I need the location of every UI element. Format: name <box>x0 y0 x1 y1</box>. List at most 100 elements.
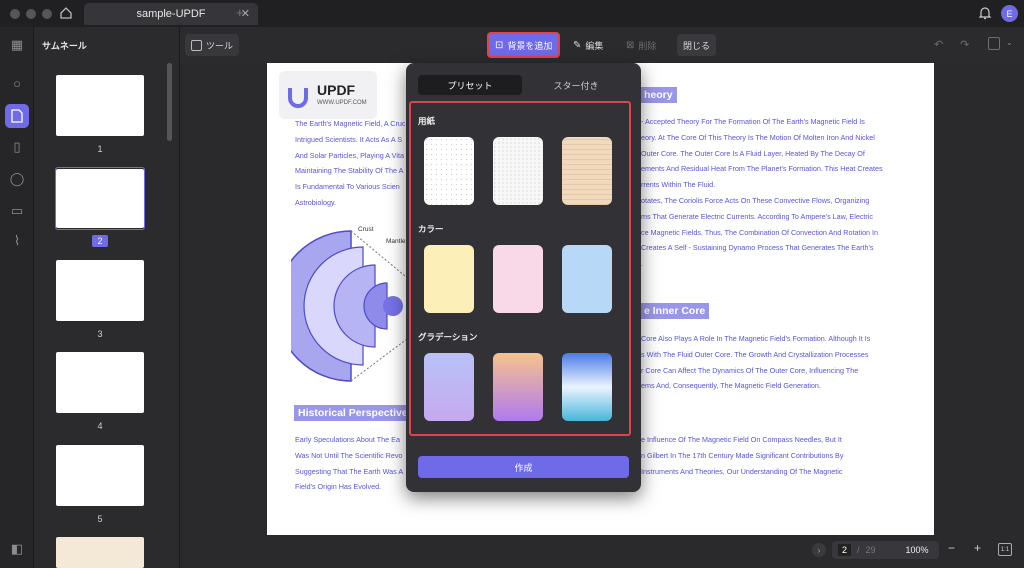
historical-perspectives-heading: Historical Perspectives <box>294 405 418 421</box>
notification-bell-icon[interactable] <box>978 5 992 21</box>
thumbnail-title: サムネール <box>42 41 87 51</box>
text-line: . <box>641 259 643 269</box>
home-icon[interactable] <box>58 5 74 21</box>
text-line: Was Not Until The Scientific Revo <box>295 450 403 460</box>
updf-logo: UPDF WWW.UPDF.COM <box>279 71 377 119</box>
close-label: 閉じる <box>683 40 711 51</box>
search-icon[interactable]: ○ <box>8 74 26 92</box>
thumbnail-page-6[interactable] <box>56 537 144 568</box>
section-gradient-label: グラデーション <box>418 332 478 342</box>
edit-button[interactable]: ✎ 編集 <box>567 34 609 56</box>
comment-icon[interactable]: ◯ <box>8 170 26 188</box>
diagram-label-mantle: Mantle <box>386 238 406 245</box>
thumbnail-panel: サムネール 1 2 3 4 5 <box>34 27 180 568</box>
swatch-color-blue[interactable] <box>562 245 612 313</box>
historical-paragraph-right: e Influence Of The Magnetic Field On Com… <box>641 432 901 479</box>
add-background-button[interactable]: ⊡ 背景を追加 <box>487 32 561 58</box>
text-line: Creates A Self - Sustaining Dynamo Proce… <box>641 243 874 253</box>
logo-text: UPDF <box>317 82 356 98</box>
text-line: ems And, Consequently, The Magnetic Fiel… <box>641 381 821 391</box>
swatch-gradient-sky[interactable] <box>562 353 612 421</box>
tab-preset[interactable]: プリセット <box>418 75 522 95</box>
delete-button[interactable]: ⊠ 削除 <box>620 34 662 56</box>
grid-icon[interactable]: ▦ <box>8 36 26 54</box>
fit-actual-size-icon[interactable]: 1:1 <box>998 543 1012 556</box>
text-line: And Solar Particles, Playing A Vita <box>295 150 404 160</box>
text-line: Outer Core. The Outer Core Is A Fluid La… <box>641 148 865 158</box>
current-page-input[interactable]: 2 <box>838 544 852 556</box>
thumbnail-page-1[interactable] <box>56 75 144 136</box>
zoom-window-icon[interactable] <box>42 9 52 19</box>
chevron-right-icon[interactable]: › <box>812 543 826 557</box>
swatch-paper-beige[interactable] <box>562 137 612 205</box>
section-color-label: カラー <box>418 224 444 234</box>
save-icon[interactable] <box>988 37 1000 50</box>
attachment-doc-icon[interactable]: ▭ <box>8 202 26 220</box>
delete-label: 削除 <box>638 40 657 51</box>
swatch-paper-dots[interactable] <box>424 137 474 205</box>
page-navigation-bar: › 2 / 29 100% − + 1:1 <box>808 538 1018 562</box>
page-thumbnail-icon[interactable] <box>5 104 29 128</box>
thumbnail-page-4[interactable] <box>56 352 144 413</box>
zoom-in-icon[interactable]: + <box>974 541 981 555</box>
chevron-down-icon[interactable]: ⌄ <box>1006 38 1013 47</box>
total-pages: 29 <box>865 545 876 555</box>
close-button[interactable]: 閉じる <box>677 34 717 56</box>
text-line: eory. At The Core Of This Theory Is The … <box>641 132 875 142</box>
redo-icon[interactable]: ↷ <box>960 38 969 51</box>
swatch-paper-grid[interactable] <box>493 137 543 205</box>
swatch-color-pink[interactable] <box>493 245 543 313</box>
delete-icon: ⊠ <box>626 39 635 51</box>
earth-layers-diagram <box>291 230 411 382</box>
thumbnail-page-number: 4 <box>97 421 103 431</box>
tab-starred[interactable]: スター付き <box>524 75 628 95</box>
text-line: Early Speculations About The Ea <box>295 435 400 444</box>
swatch-gradient-sunset[interactable] <box>493 353 543 421</box>
left-tool-rail: ▦ ○ ▯ ◯ ▭ ⌇ ◧ <box>0 27 34 568</box>
text-line: Maintaining The Stability Of The A <box>295 166 404 176</box>
text-line: ce Magnetic Fields. Thus, The Combinatio… <box>641 227 879 237</box>
undo-icon[interactable]: ↶ <box>934 38 943 51</box>
zoom-out-icon[interactable]: − <box>948 541 955 555</box>
create-button[interactable]: 作成 <box>418 456 629 478</box>
add-background-popup: プリセット スター付き 用紙 カラー グラデーション 作成 <box>406 63 641 492</box>
thumbnail-page-5[interactable] <box>56 445 144 506</box>
thumbnail-scrollbar[interactable] <box>167 63 172 141</box>
paperclip-icon[interactable]: ⌇ <box>8 232 26 250</box>
thumbnail-page-number: 3 <box>97 329 103 339</box>
layers-icon[interactable]: ◧ <box>8 540 26 558</box>
updf-logo-icon <box>288 88 308 108</box>
edit-icon: ✎ <box>573 39 582 51</box>
thumbnail-page-number-active: 2 <box>92 235 108 247</box>
inner-core-paragraph: Core Also Plays A Role In The Magnetic F… <box>641 331 901 394</box>
thumbnail-page-3[interactable] <box>56 260 144 321</box>
text-line: - Accepted Theory For The Formation Of T… <box>641 117 865 126</box>
thumbnail-page-number: 1 <box>97 144 103 154</box>
swatch-gradient-lavender[interactable] <box>424 353 474 421</box>
tools-label: ツール <box>206 40 234 51</box>
minimize-window-icon[interactable] <box>26 9 36 19</box>
text-line: e Influence Of The Magnetic Field On Com… <box>641 435 842 444</box>
toolbox-icon <box>191 39 202 51</box>
new-tab-icon[interactable]: + <box>236 5 244 20</box>
bookmark-icon[interactable]: ▯ <box>8 138 26 156</box>
thumbnail-page-2[interactable] <box>56 169 144 228</box>
text-line: ms That Generate Electric Currents. Acco… <box>641 211 874 221</box>
document-tab[interactable]: sample-UPDF ✕ <box>84 3 258 25</box>
text-line: Suggesting That The Earth Was A <box>295 466 404 476</box>
text-line: ements And Residual Heat From The Planet… <box>641 164 883 174</box>
text-line: rrents Within The Fluid. <box>641 180 716 190</box>
thumbnail-page-number: 5 <box>97 514 103 524</box>
text-line: Core Also Plays A Role In The Magnetic F… <box>641 334 871 343</box>
zoom-level[interactable]: 100% <box>895 541 939 559</box>
inner-core-heading: e Inner Core <box>640 303 710 319</box>
logo-url: WWW.UPDF.COM <box>317 100 367 106</box>
close-window-icon[interactable] <box>10 9 20 19</box>
tools-button[interactable]: ツール <box>185 34 240 56</box>
text-line: Field's Origin Has Evolved. <box>295 482 382 492</box>
theory-paragraph: - Accepted Theory For The Formation Of T… <box>641 114 901 272</box>
page-separator: / <box>857 545 860 555</box>
swatch-color-yellow[interactable] <box>424 245 474 313</box>
left-paragraph: The Earth's Magnetic Field, A Crucial In… <box>295 116 405 211</box>
user-avatar[interactable]: E <box>1001 5 1018 22</box>
